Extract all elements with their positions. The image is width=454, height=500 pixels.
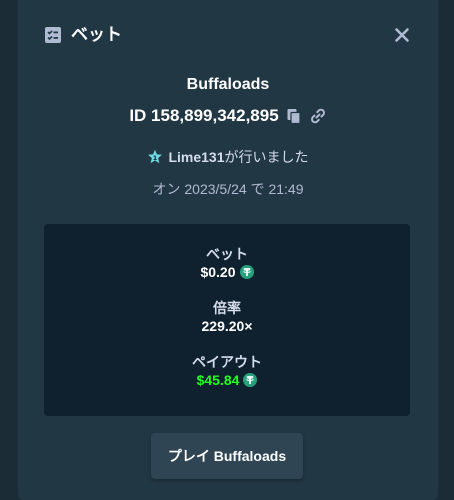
game-title[interactable]: Buffaloads <box>18 75 438 95</box>
modal-title: ベット <box>71 25 122 44</box>
rank-star-icon: 1 <box>148 149 163 164</box>
multiplier-label: 倍率 <box>213 300 241 316</box>
multiplier-stat: 倍率 229.20× <box>44 299 410 335</box>
modal-header: ベット <box>18 18 438 54</box>
payout-value: $45.84 <box>196 372 240 388</box>
link-icon[interactable] <box>309 107 327 125</box>
bet-amount-stat: ベット $0.20 <box>44 245 410 281</box>
svg-text:1: 1 <box>153 154 158 162</box>
multiplier-value: 229.20× <box>201 318 253 334</box>
close-icon[interactable] <box>392 25 412 45</box>
payout-label: ペイアウト <box>192 354 262 370</box>
bet-id-row: ID 158,899,342,895 <box>18 105 438 127</box>
placed-by-text: Lime131が行いました <box>168 148 308 166</box>
play-game-button[interactable]: プレイ Buffaloads <box>151 433 303 479</box>
placed-by-row: 1 Lime131が行いました <box>18 147 438 167</box>
bet-id: ID 158,899,342,895 <box>129 106 279 125</box>
tether-coin-icon <box>239 265 254 279</box>
bet-label: ベット <box>206 246 248 262</box>
bet-value-row: $0.20 <box>44 263 410 281</box>
user-name[interactable]: Lime131 <box>168 149 224 165</box>
multiplier-value-row: 229.20× <box>44 317 410 335</box>
bet-value: $0.20 <box>200 264 236 280</box>
copy-icon[interactable] <box>285 107 303 125</box>
bet-date: オン 2023/5/24 で 21:49 <box>152 181 304 197</box>
tether-coin-icon <box>243 373 258 387</box>
bet-slip-icon <box>45 27 61 43</box>
placed-by-suffix: が行いました <box>224 149 309 165</box>
payout-value-row: $45.84 <box>44 371 410 389</box>
bet-details-modal: ベット Buffaloads ID 158,899,342,895 1 Lime… <box>18 0 438 500</box>
bet-stats-panel: ベット $0.20 倍率 229.20× ペイアウト $45.84 <box>44 224 410 416</box>
payout-stat: ペイアウト $45.84 <box>44 353 410 389</box>
